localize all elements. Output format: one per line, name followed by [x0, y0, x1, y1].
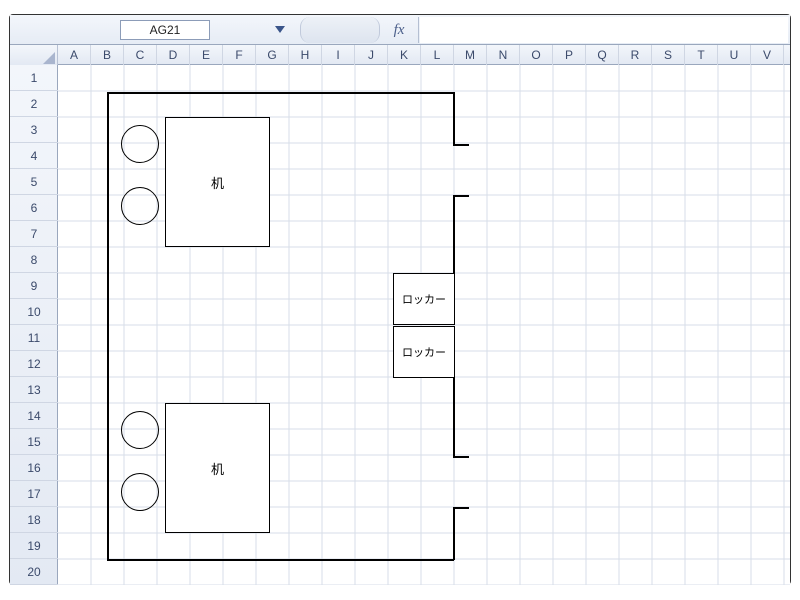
- col-header[interactable]: I: [322, 45, 355, 65]
- row-header[interactable]: 5: [10, 169, 58, 195]
- row-header[interactable]: 15: [10, 429, 58, 455]
- shape-chair[interactable]: [121, 187, 159, 225]
- select-all-icon: [41, 50, 55, 64]
- row-header[interactable]: 2: [10, 91, 58, 117]
- row-header[interactable]: 10: [10, 299, 58, 325]
- col-header[interactable]: C: [124, 45, 157, 65]
- shape-locker-2[interactable]: ロッカー: [393, 326, 455, 378]
- shape-chair[interactable]: [121, 411, 159, 449]
- chevron-down-icon: [275, 23, 285, 37]
- col-header[interactable]: T: [685, 45, 718, 65]
- door-jamb[interactable]: [453, 507, 469, 509]
- col-header[interactable]: B: [91, 45, 124, 65]
- shape-chair[interactable]: [121, 473, 159, 511]
- door-jamb[interactable]: [453, 144, 469, 146]
- shape-label: 机: [211, 459, 224, 478]
- separator: [418, 17, 419, 43]
- name-box[interactable]: AG21: [120, 20, 210, 40]
- col-header[interactable]: V: [751, 45, 784, 65]
- wall-right-seg[interactable]: [453, 378, 455, 456]
- row-headers: 1 2 3 4 5 6 7 8 9 10 11 12 13 14 15 16 1…: [10, 65, 58, 585]
- col-header[interactable]: Q: [586, 45, 619, 65]
- col-header[interactable]: J: [355, 45, 388, 65]
- col-header[interactable]: N: [487, 45, 520, 65]
- row-header[interactable]: 6: [10, 195, 58, 221]
- col-header[interactable]: M: [454, 45, 487, 65]
- shape-locker-1[interactable]: ロッカー: [393, 273, 455, 325]
- col-header[interactable]: H: [289, 45, 322, 65]
- shape-desk-1[interactable]: 机: [165, 117, 270, 247]
- row-header[interactable]: 17: [10, 481, 58, 507]
- formula-input[interactable]: [420, 17, 788, 43]
- wall-top[interactable]: [107, 92, 454, 94]
- row-header[interactable]: 20: [10, 559, 58, 585]
- row-header[interactable]: 7: [10, 221, 58, 247]
- col-header[interactable]: U: [718, 45, 751, 65]
- select-all-corner[interactable]: [10, 45, 58, 65]
- row-header[interactable]: 11: [10, 325, 58, 351]
- row-header[interactable]: 19: [10, 533, 58, 559]
- row-header[interactable]: 18: [10, 507, 58, 533]
- col-header[interactable]: R: [619, 45, 652, 65]
- col-header[interactable]: K: [388, 45, 421, 65]
- col-header[interactable]: D: [157, 45, 190, 65]
- shape-chair[interactable]: [121, 125, 159, 163]
- col-header[interactable]: A: [58, 45, 91, 65]
- col-header[interactable]: E: [190, 45, 223, 65]
- col-header[interactable]: L: [421, 45, 454, 65]
- name-box-value: AG21: [150, 23, 181, 37]
- col-header[interactable]: F: [223, 45, 256, 65]
- row-header[interactable]: 14: [10, 403, 58, 429]
- row-header[interactable]: 3: [10, 117, 58, 143]
- row-header[interactable]: 9: [10, 273, 58, 299]
- col-header[interactable]: O: [520, 45, 553, 65]
- wall-left[interactable]: [107, 92, 109, 560]
- wall-right-seg[interactable]: [453, 507, 455, 560]
- row-header[interactable]: 1: [10, 65, 58, 91]
- fx-icon: fx: [394, 22, 405, 39]
- door-jamb[interactable]: [453, 456, 469, 458]
- column-headers: A B C D E F G H I J K L M N O P Q R S T …: [10, 45, 790, 65]
- door-jamb[interactable]: [453, 195, 469, 197]
- name-box-dropdown[interactable]: [265, 19, 295, 41]
- col-header[interactable]: S: [652, 45, 685, 65]
- worksheet-grid[interactable]: A B C D E F G H I J K L M N O P Q R S T …: [10, 45, 790, 585]
- wall-right-seg[interactable]: [453, 92, 455, 144]
- wall-bottom[interactable]: [107, 559, 454, 561]
- wall-right-seg[interactable]: [453, 195, 455, 273]
- shape-desk-2[interactable]: 机: [165, 403, 270, 533]
- shape-label: ロッカー: [402, 344, 446, 360]
- row-header[interactable]: 16: [10, 455, 58, 481]
- row-header[interactable]: 12: [10, 351, 58, 377]
- insert-function-button[interactable]: fx: [388, 19, 410, 41]
- shape-label: 机: [211, 173, 224, 192]
- shape-label: ロッカー: [402, 291, 446, 307]
- col-header[interactable]: P: [553, 45, 586, 65]
- col-header[interactable]: G: [256, 45, 289, 65]
- formula-bar-buttons-well: [300, 17, 380, 43]
- row-header[interactable]: 4: [10, 143, 58, 169]
- row-header[interactable]: 13: [10, 377, 58, 403]
- row-header[interactable]: 8: [10, 247, 58, 273]
